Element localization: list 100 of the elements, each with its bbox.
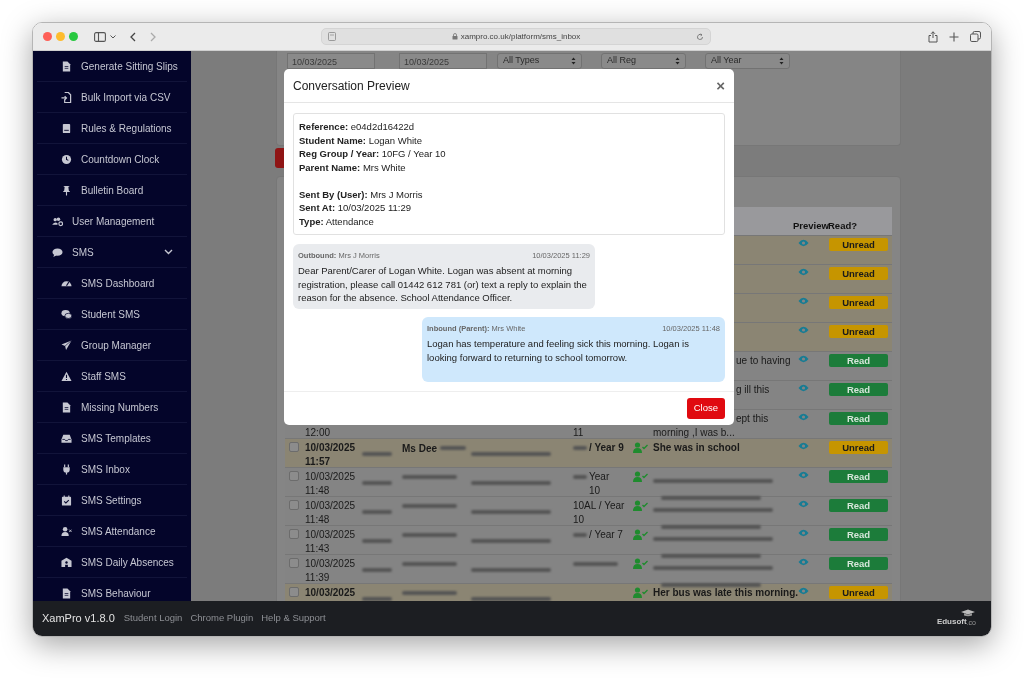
eye-icon[interactable] xyxy=(798,500,809,508)
building-people-icon xyxy=(61,556,72,568)
select-field[interactable]: All Year xyxy=(705,53,790,69)
cell-text: 10/03/2025 xyxy=(305,441,356,455)
status-badge: Read xyxy=(829,412,888,425)
cell-text: ept this xyxy=(736,412,769,426)
cell-text: She was in school xyxy=(653,441,740,455)
eye-icon[interactable] xyxy=(798,442,809,450)
cell-text: 10 xyxy=(573,513,585,527)
sidebar-item[interactable]: SMS Settings xyxy=(37,485,187,516)
lock-icon xyxy=(451,33,458,40)
sidebar-item[interactable]: Staff SMS xyxy=(37,361,187,392)
eye-icon[interactable] xyxy=(798,355,809,363)
cell-text: 10AL / Year xyxy=(573,499,625,513)
address-bar[interactable]: xampro.co.uk/platform/sms_inbox xyxy=(321,28,711,45)
eye-icon[interactable] xyxy=(798,558,809,566)
cell-text: / Year 9 xyxy=(589,441,624,455)
cell-text: 10 xyxy=(589,484,601,498)
status-badge: Unread xyxy=(829,296,888,309)
checkbox[interactable] xyxy=(289,587,299,597)
sidebar-item[interactable]: User Management xyxy=(37,206,187,237)
cell-text: 10/03/2025 xyxy=(305,586,356,600)
blurred-text xyxy=(402,562,457,566)
status-badge: Read xyxy=(829,528,888,541)
sidebar-item[interactable]: Missing Numbers xyxy=(37,392,187,423)
minimize-window-icon[interactable] xyxy=(56,32,65,41)
sidebar-item[interactable]: Student SMS xyxy=(37,299,187,330)
modal-title: Conversation Preview xyxy=(293,77,411,95)
checkbox[interactable] xyxy=(289,529,299,539)
updown-icon xyxy=(779,57,784,65)
status-badge: Read xyxy=(829,383,888,396)
eye-icon[interactable] xyxy=(798,587,809,595)
blurred-text xyxy=(402,591,457,595)
eye-icon[interactable] xyxy=(798,471,809,479)
eye-icon[interactable] xyxy=(798,413,809,421)
blurred-text xyxy=(402,475,457,479)
cell-text: 12:00 xyxy=(305,426,331,440)
close-window-icon[interactable] xyxy=(43,32,52,41)
updown-icon xyxy=(571,57,576,65)
graduation-cap-icon xyxy=(960,609,976,617)
sidebar-item[interactable]: Group Manager xyxy=(37,330,187,361)
close-button[interactable]: Close xyxy=(686,398,725,419)
sidebar-item[interactable]: Generate Sitting Slips xyxy=(37,51,187,82)
sidebar-item[interactable]: Bulk Import via CSV xyxy=(37,82,187,113)
checkbox[interactable] xyxy=(289,471,299,481)
app-version: XamPro v1.8.0 xyxy=(42,611,115,627)
sidebar-item[interactable]: Bulletin Board xyxy=(37,175,187,206)
table-row[interactable]: 10/03/2025 Her bus was late this morning. Unread xyxy=(285,583,892,601)
pin-icon xyxy=(61,184,72,196)
reload-icon[interactable] xyxy=(696,32,704,41)
clock-icon xyxy=(61,153,72,165)
cell-text: 11 xyxy=(573,426,584,440)
checkbox[interactable] xyxy=(289,558,299,568)
checkbox[interactable] xyxy=(289,500,299,510)
cell-text: ue to having xyxy=(736,354,791,368)
chevron-down-icon[interactable] xyxy=(110,34,116,39)
sidebar-item[interactable]: SMS Templates xyxy=(37,423,187,454)
sidebar-item[interactable]: SMS Inbox xyxy=(37,454,187,485)
forward-icon[interactable] xyxy=(150,31,156,42)
eye-icon[interactable] xyxy=(798,268,809,276)
status-badge: Unread xyxy=(829,238,888,251)
cell-text: 11:39 xyxy=(305,571,330,585)
footer-link[interactable]: Chrome Plugin xyxy=(190,611,254,626)
eye-icon[interactable] xyxy=(798,326,809,334)
sidebar-item[interactable]: SMS Daily Absences xyxy=(37,547,187,578)
new-tab-icon[interactable] xyxy=(949,31,959,42)
warning-icon xyxy=(61,370,72,382)
page-icon xyxy=(328,32,336,41)
back-icon[interactable] xyxy=(130,31,136,42)
footer-link[interactable]: Student Login xyxy=(123,611,183,626)
tabs-overview-icon[interactable] xyxy=(970,31,981,42)
eye-icon[interactable] xyxy=(798,239,809,247)
zoom-window-icon[interactable] xyxy=(69,32,78,41)
column-header: Read? xyxy=(828,218,858,233)
eye-icon[interactable] xyxy=(798,384,809,392)
cell-text: 10/03/2025 xyxy=(305,528,356,542)
sidebar-item[interactable]: SMS Dashboard xyxy=(37,268,187,299)
select-field[interactable]: All Reg xyxy=(601,53,686,69)
close-button[interactable]: × xyxy=(716,78,725,93)
sidebar-item[interactable]: Rules & Regulations xyxy=(37,113,187,144)
checkbox[interactable] xyxy=(289,442,299,452)
eye-icon[interactable] xyxy=(798,297,809,305)
detail-line: Sent At: 10/03/2025 11:29 xyxy=(299,201,412,215)
cell-text: Her bus was late this morning. xyxy=(653,586,799,600)
blurred-text xyxy=(362,510,392,515)
eye-icon[interactable] xyxy=(798,529,809,537)
message-text: Dear Parent/Carer of Logan White. Logan was absent at morning registration, please call 01442 612 781 (or) text a reply to explain the reason for the absence. School Attendance Officer. xyxy=(298,264,588,305)
sidebar-item[interactable]: Countdown Clock xyxy=(37,144,187,175)
share-icon[interactable] xyxy=(928,30,938,43)
status-badge: Read xyxy=(829,470,888,483)
select-field[interactable]: All Types xyxy=(497,53,582,69)
blurred-text xyxy=(362,452,392,457)
sidebar-item[interactable]: SMS Attendance xyxy=(37,516,187,547)
table-row[interactable]: 10/03/2025 11:57 Ms Dee / Year 9 She was in school Unread xyxy=(285,438,892,467)
plug-icon xyxy=(61,463,72,475)
sidebar-toggle-icon[interactable] xyxy=(94,31,106,42)
send-icon xyxy=(61,339,72,351)
sidebar-item[interactable]: SMS xyxy=(37,237,187,268)
chat-bubble-icon xyxy=(52,246,63,258)
footer-link[interactable]: Help & Support xyxy=(261,611,326,626)
